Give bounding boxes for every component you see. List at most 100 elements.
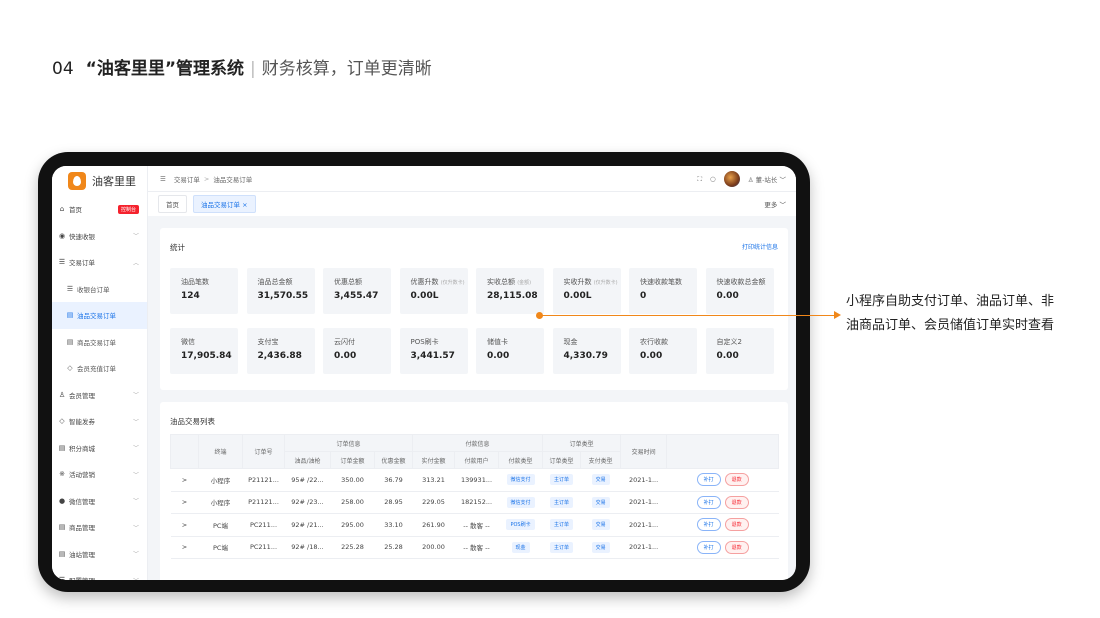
- console-badge[interactable]: 控制台: [117, 204, 139, 214]
- cell-paid: 313.21: [412, 468, 455, 492]
- stat-label: POS刷卡: [410, 338, 439, 346]
- order-table: 终端 订单号 订单信息 付款信息 订单类型 交易时间 油品/油枪 订单金额 优惠金额…: [170, 434, 780, 559]
- sidebar-item[interactable]: ▤ 油品交易订单: [52, 302, 147, 329]
- paytype-tag: 微信支付: [506, 474, 535, 486]
- tab-oil-orders[interactable]: 油品交易订单 ×: [193, 195, 256, 213]
- reprint-button[interactable]: 补打: [696, 540, 721, 554]
- stat-value: 0.00L: [410, 291, 439, 301]
- menu-toggle-icon[interactable]: ☰: [160, 175, 166, 183]
- sidebar-item[interactable]: ※ 活动营销 ﹀: [52, 461, 147, 488]
- sidebar-item[interactable]: ⌂ 首页 控制台: [52, 196, 147, 223]
- headline-number: 04: [52, 59, 74, 79]
- sidebar-item-label: 智能发券: [69, 418, 95, 427]
- sidebar: 油客里里 ⌂ 首页 控制台 ◉ 快速收银 ﹀ ☰ 交易订单 ︿ ☰ 收银台订单 ▤ 油品交易订单 ▤ 商品交…: [52, 166, 148, 580]
- cell-ordertype: 主订单: [542, 468, 581, 492]
- refund-button[interactable]: 退款: [724, 473, 749, 487]
- cell-amount: 225.28: [330, 536, 375, 559]
- stats-card: 统计 打印统计信息 油品笔数 124 油品总金额 31,570.55 优惠总额 3,…: [160, 228, 788, 390]
- stat-value: 31,570.55: [257, 291, 309, 301]
- cell-paytype: POS刷卡: [498, 513, 543, 537]
- nav-item-icon: ♙: [58, 390, 66, 399]
- ordertype-tag: 主订单: [550, 474, 574, 486]
- reprint-button[interactable]: 补打: [696, 473, 721, 487]
- sidebar-item[interactable]: ◇ 会员充值订单: [52, 355, 147, 382]
- stat-tile: 实收总额 (金额) 28,115.08: [476, 268, 544, 314]
- nav-item-icon: ☰: [58, 576, 66, 580]
- cell-time: 2021-1...: [620, 468, 667, 492]
- stat-label: 自定义2: [716, 338, 742, 346]
- stat-tile: 实收升数 (仅升数卡) 0.00L: [552, 268, 621, 314]
- cell-paykind: 交易: [580, 536, 621, 559]
- sidebar-item[interactable]: ☰ 交易订单 ︿: [52, 249, 147, 276]
- refund-button[interactable]: 退款: [724, 518, 749, 532]
- cell-amount: 350.00: [330, 468, 375, 492]
- table-row[interactable]: > 小程序 P21121... 92# /23... 258.00 28.95 229.05…: [170, 491, 779, 514]
- refresh-icon[interactable]: ○: [710, 175, 716, 183]
- stat-label: 实收升数 (仅升数卡): [563, 278, 618, 286]
- order-list-title: 油品交易列表: [170, 417, 215, 426]
- sidebar-item[interactable]: ▤ 商品管理 ﹀: [52, 514, 147, 541]
- group-order-info: 订单信息: [283, 434, 414, 452]
- sidebar-item[interactable]: ◇ 智能发券 ﹀: [52, 408, 147, 435]
- col-actions: [666, 434, 780, 469]
- expand-row-icon[interactable]: >: [170, 491, 199, 514]
- headline-separator: |: [250, 59, 256, 79]
- expand-row-icon[interactable]: >: [170, 536, 199, 559]
- cell-discount: 33.10: [374, 513, 413, 537]
- user-menu[interactable]: ♙ 董-站长 ﹀: [748, 174, 786, 184]
- table-subheader: 付款用户: [454, 451, 500, 469]
- fullscreen-icon[interactable]: ⛶: [697, 175, 702, 184]
- paytype-tag: 现金: [511, 541, 530, 553]
- app-logo[interactable]: 油客里里: [52, 166, 147, 196]
- tab-home[interactable]: 首页: [158, 195, 187, 213]
- stat-label: 现金: [563, 338, 578, 346]
- chevron-icon: ﹀: [132, 524, 139, 532]
- stat-tile: 储值卡 0.00: [476, 328, 544, 374]
- sidebar-item[interactable]: ▤ 商品交易订单: [52, 329, 147, 356]
- cell-time: 2021-1...: [620, 491, 667, 514]
- col-terminal: 终端: [198, 434, 243, 469]
- tabs-more-button[interactable]: 更多 ﹀: [764, 199, 786, 209]
- stat-value: 3,455.47: [334, 291, 379, 301]
- table-row[interactable]: > PC端 PC211... 92# /18... 225.28 25.28 200.00-…: [170, 536, 779, 559]
- table-row[interactable]: > 小程序 P21121... 95# /22... 350.00 36.79 313.21…: [170, 468, 779, 492]
- expand-row-icon[interactable]: >: [170, 468, 199, 492]
- sidebar-item[interactable]: ◉ 快速收银 ﹀: [52, 223, 147, 250]
- table-row[interactable]: > PC端 PC211... 92# /21... 295.00 33.10 261.90-…: [170, 513, 779, 537]
- reprint-button[interactable]: 补打: [696, 495, 721, 509]
- stat-value: 0.00: [716, 291, 739, 301]
- cell-terminal: PC端: [198, 536, 243, 559]
- stat-label: 油品笔数: [181, 278, 209, 286]
- stat-note: (仅升数卡): [593, 280, 618, 286]
- cell-terminal: 小程序: [198, 491, 243, 514]
- sidebar-nav: ⌂ 首页 控制台 ◉ 快速收银 ﹀ ☰ 交易订单 ︿ ☰ 收银台订单 ▤ 油品交易订单 ▤ 商品交易订单 ◇ 会…: [52, 196, 147, 580]
- stat-value: 28,115.08: [487, 291, 538, 301]
- sidebar-item-label: 积分商城: [69, 444, 95, 453]
- cell-paid: 261.90: [412, 513, 455, 537]
- sidebar-item[interactable]: ▤ 油站管理 ﹀: [52, 541, 147, 568]
- sidebar-item[interactable]: ☰配置管理 ﹀: [52, 567, 147, 580]
- stat-value: 4,330.79: [563, 351, 608, 361]
- callout-line-1: 小程序自助支付订单、油品订单、非: [846, 294, 1055, 309]
- sidebar-item[interactable]: ▤ 积分商城 ﹀: [52, 435, 147, 462]
- reprint-button[interactable]: 补打: [696, 518, 721, 532]
- sidebar-item[interactable]: ● 微信管理 ﹀: [52, 488, 147, 515]
- nav-item-icon: ◇: [67, 364, 73, 373]
- expand-row-icon[interactable]: >: [170, 513, 199, 537]
- chevron-icon: ﹀: [133, 576, 139, 580]
- sidebar-item[interactable]: ♙ 会员管理 ﹀: [52, 382, 147, 409]
- nav-item-icon: ◇: [59, 417, 65, 426]
- refund-button[interactable]: 退款: [724, 540, 749, 554]
- refund-button[interactable]: 退款: [724, 495, 749, 509]
- cell-discount: 25.28: [374, 536, 413, 559]
- breadcrumb-orders[interactable]: 交易订单: [174, 174, 200, 184]
- avatar[interactable]: [723, 171, 740, 187]
- cell-oil: 92# /18...: [284, 536, 331, 559]
- stat-label: 快速收款笔数: [640, 278, 682, 286]
- cell-ordertype: 主订单: [542, 513, 581, 537]
- ordertype-tag: 主订单: [550, 519, 574, 531]
- stat-label: 优惠总额: [334, 278, 362, 286]
- print-stats-link[interactable]: 打印统计信息: [742, 242, 778, 251]
- sidebar-item[interactable]: ☰ 收银台订单: [52, 276, 147, 303]
- chevron-icon: ﹀: [132, 551, 139, 559]
